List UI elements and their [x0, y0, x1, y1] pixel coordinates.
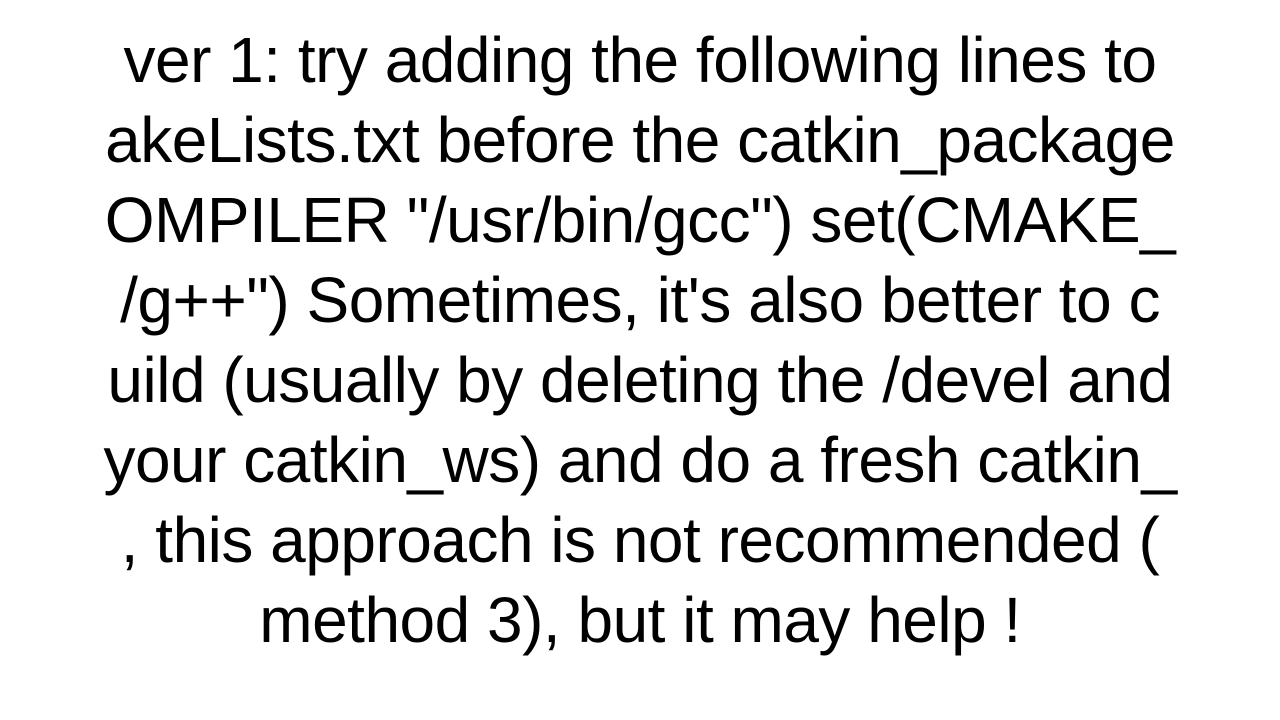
line-6: your catkin_ws) and do a fresh catkin_	[103, 424, 1176, 496]
line-2: akeLists.txt before the catkin_package	[105, 104, 1175, 176]
answer-text: ver 1: try adding the following lines to…	[0, 20, 1280, 660]
line-1: ver 1: try adding the following lines to	[123, 24, 1156, 96]
line-3: OMPILER "/usr/bin/gcc") set(CMAKE_	[105, 184, 1176, 256]
line-7: , this approach is not recommended (	[121, 504, 1160, 576]
line-4: /g++") Sometimes, it's also better to c	[120, 264, 1160, 336]
line-5: uild (usually by deleting the /devel and	[107, 344, 1172, 416]
line-8: method 3), but it may help !	[259, 584, 1021, 656]
